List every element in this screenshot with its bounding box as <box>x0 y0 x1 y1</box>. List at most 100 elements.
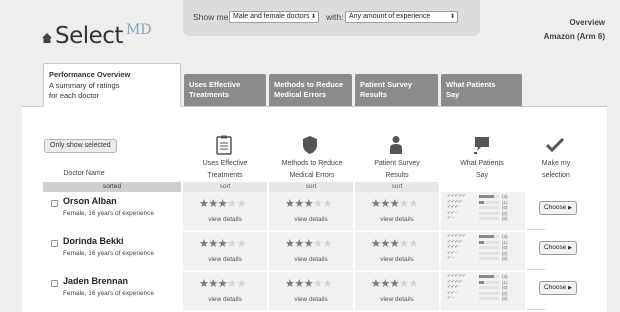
overview-link[interactable]: Overview <box>544 16 605 30</box>
choose-button[interactable]: Choose ▶ <box>539 241 577 255</box>
review-count: (0) <box>502 250 508 256</box>
only-show-selected-button[interactable]: Only show selected <box>44 139 117 153</box>
star-icon: ★ <box>408 278 419 290</box>
star-icon: ★ <box>380 198 390 210</box>
errors-rating-cell: ★★★★★ view details <box>269 232 355 270</box>
sort-survey[interactable]: sort <box>355 182 439 192</box>
star-icon: ★ <box>285 198 295 210</box>
top-right-info: Overview Amazon (Arm 6) <box>544 16 605 44</box>
person-icon <box>390 136 402 154</box>
star-icon: ★ <box>371 278 381 290</box>
star-icon: ★ <box>294 238 304 250</box>
review-bar <box>479 275 494 279</box>
view-details-link[interactable]: view details <box>269 216 353 223</box>
treatments-rating-cell: ★★★★★ view details <box>183 232 269 270</box>
review-count: (1) <box>502 279 508 285</box>
star-icon: ★ <box>227 238 237 250</box>
view-details-link[interactable]: view details <box>355 216 439 223</box>
doctor-checkbox[interactable] <box>51 200 58 207</box>
star-icon: ★ <box>236 238 247 250</box>
main-panel: Only show selected Doctor Name Uses Effe… <box>22 106 607 312</box>
star-icon: ★ <box>380 238 390 250</box>
star-icon: ★ <box>208 238 218 250</box>
doctor-name[interactable]: Dorinda Bekki <box>63 236 124 246</box>
column-errors: Methods to Reduce Medical Errors <box>281 160 343 179</box>
tab-medical-errors[interactable]: Methods to Reduce Medical Errors <box>269 74 352 106</box>
doctor-checkbox[interactable] <box>51 240 58 247</box>
mini-star-icons: ✔✔··· <box>447 290 458 296</box>
star-icon: ★ <box>399 278 409 290</box>
survey-rating-cell: ★★★★★ view details <box>355 232 441 270</box>
review-count: (0) <box>502 296 508 302</box>
mini-star-icons: ✔✔✔·· <box>447 205 461 211</box>
view-details-link[interactable]: view details <box>183 296 267 303</box>
experience-select[interactable]: Any amount of experience ⬍ <box>345 11 458 23</box>
star-icon: ★ <box>322 198 333 210</box>
star-icon: ★ <box>399 198 409 210</box>
star-rating: ★★★★★ <box>371 197 418 210</box>
mini-star-icons: ✔✔✔✔· <box>447 199 463 205</box>
review-count: (0) <box>502 245 508 251</box>
speech-bubble-icon <box>474 137 489 154</box>
star-icon: ★ <box>227 198 237 210</box>
doctor-name[interactable]: Orson Alban <box>63 196 117 206</box>
review-bar-track <box>479 246 499 250</box>
doctor-checkbox[interactable] <box>51 280 58 287</box>
view-details-link[interactable]: view details <box>183 256 267 263</box>
star-icon: ★ <box>371 238 381 250</box>
view-details-link[interactable]: view details <box>183 216 267 223</box>
tab-patient-survey[interactable]: Patient Survey Results <box>355 74 438 106</box>
star-icon: ★ <box>199 198 209 210</box>
star-icon: ★ <box>208 278 218 290</box>
review-count: (3) <box>502 194 508 200</box>
star-icon: ★ <box>313 198 323 210</box>
choose-button[interactable]: Choose ▶ <box>539 281 577 295</box>
review-bar-track <box>494 275 499 279</box>
gender-select[interactable]: Male and female doctors ⬍ <box>229 11 319 23</box>
clipboard-icon <box>216 135 232 155</box>
tab-what-patients-say[interactable]: What Patients Say <box>441 74 522 106</box>
star-icon: ★ <box>236 198 247 210</box>
experience-select-value: Any amount of experience <box>349 13 431 20</box>
tab-title: Patient Survey Results <box>360 80 413 99</box>
doctor-name[interactable]: Jaden Brennan <box>63 276 128 286</box>
star-icon: ★ <box>408 198 419 210</box>
treatments-rating-cell: ★★★★★ view details <box>183 192 269 230</box>
star-icon: ★ <box>303 198 314 210</box>
review-summary[interactable]: ✔✔✔✔✔ (3) ✔✔✔✔· (1) ✔✔✔·· (0) ✔✔··· (0) … <box>447 234 515 262</box>
star-icon: ★ <box>389 198 400 210</box>
home-icon <box>42 33 52 43</box>
filter-bar: Show me: Male and female doctors ⬍ with:… <box>183 0 480 36</box>
logo[interactable]: Select MD <box>41 22 152 48</box>
column-what-patients-say: What Patients Say <box>460 160 504 179</box>
brand-suffix: MD <box>125 22 152 38</box>
review-bar <box>479 195 494 199</box>
mini-star-icons: ✔✔✔·· <box>447 245 461 251</box>
star-icon: ★ <box>322 278 333 290</box>
choose-button[interactable]: Choose ▶ <box>539 201 577 215</box>
star-icon: ★ <box>227 278 237 290</box>
sort-treatments[interactable]: sort <box>183 182 267 192</box>
tab-title: Uses Effective Treatments <box>189 80 241 99</box>
view-details-link[interactable]: view details <box>355 256 439 263</box>
view-details-link[interactable]: view details <box>269 296 353 303</box>
review-count: (0) <box>502 205 508 211</box>
view-details-link[interactable]: view details <box>269 256 353 263</box>
review-bar-track <box>494 195 499 199</box>
review-summary[interactable]: ✔✔✔✔✔ (3) ✔✔✔✔· (1) ✔✔✔·· (0) ✔✔··· (0) … <box>447 274 515 302</box>
review-bar-track <box>479 286 499 290</box>
sort-errors[interactable]: sort <box>269 182 353 192</box>
play-arrow-icon: ▶ <box>568 205 573 211</box>
tab-effective-treatments[interactable]: Uses Effective Treatments <box>184 74 266 106</box>
doctor-row: Orson Alban Female, 16 years of experien… <box>43 192 577 230</box>
view-details-link[interactable]: view details <box>355 296 439 303</box>
play-arrow-icon: ▶ <box>568 245 573 251</box>
tab-performance-overview[interactable]: Performance Overview A summary of rating… <box>43 63 181 107</box>
review-summary[interactable]: ✔✔✔✔✔ (3) ✔✔✔✔· (1) ✔✔✔·· (0) ✔✔··· (0) … <box>447 194 515 222</box>
mini-star-icons: ✔✔✔✔✔ <box>447 274 466 280</box>
review-bar-track <box>479 297 499 301</box>
checkmark-icon <box>546 137 564 153</box>
review-bar-track <box>479 251 499 255</box>
review-bar-track <box>479 257 499 261</box>
sort-doctor-name[interactable]: sorted <box>43 182 181 192</box>
